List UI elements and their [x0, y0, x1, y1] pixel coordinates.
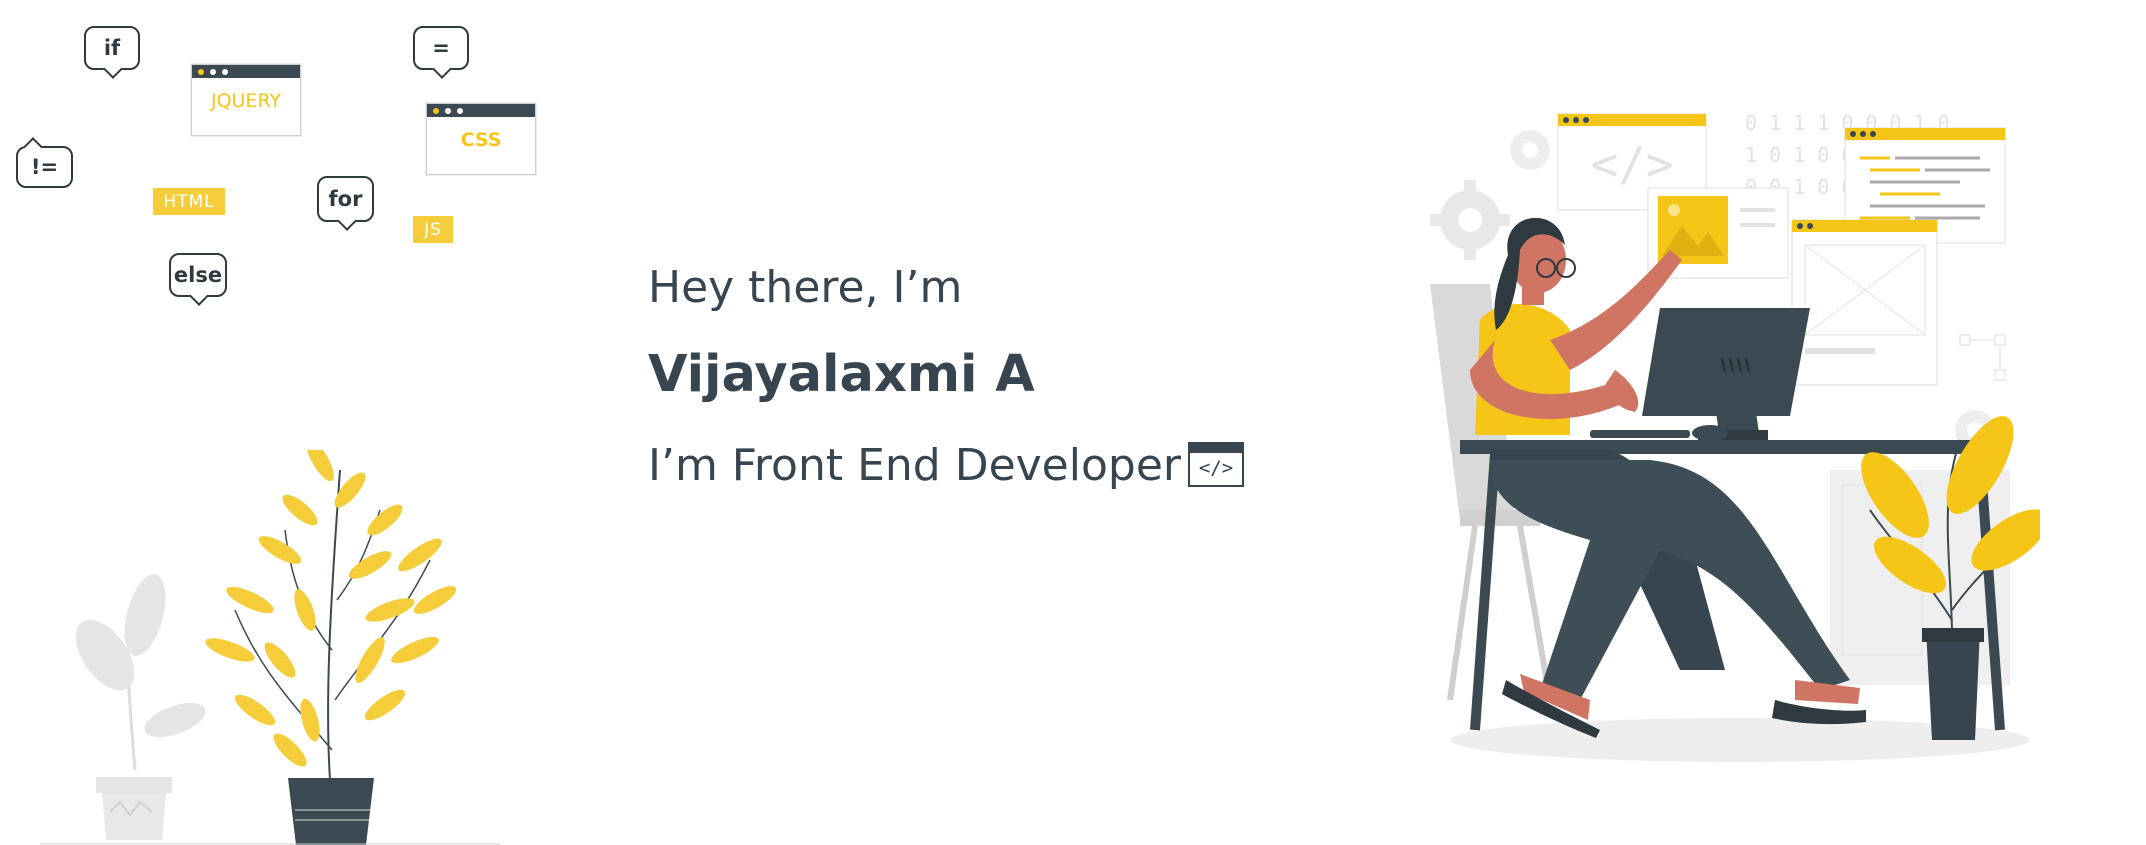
- hero-greeting: Hey there, I’m: [648, 262, 963, 313]
- developer-illustration: </> 0 1 1 1 0 0 0 1 0 1 0 1 0 0 0 1 0 0 …: [1430, 111, 2040, 762]
- jquery-label: JQUERY: [210, 90, 282, 112]
- gear-icon: [1510, 130, 1550, 170]
- bubble-equals: =: [413, 26, 469, 70]
- bubble-equals-label: =: [432, 36, 450, 60]
- gear-icon: [1430, 180, 1510, 260]
- code-icon-glyph: </>: [1198, 457, 1234, 479]
- gray-plant-icon: [75, 574, 206, 840]
- html-tag-label: HTML: [163, 191, 215, 212]
- js-tag-label: JS: [424, 219, 442, 240]
- yellow-plant-icon: [205, 450, 457, 845]
- bubble-not-equals-label: !=: [30, 155, 59, 179]
- bubble-if: if: [84, 26, 140, 70]
- hero-role: I’m Front End Developer: [648, 440, 1181, 491]
- bubble-not-equals: !=: [16, 146, 73, 188]
- bubble-if-label: if: [103, 36, 121, 60]
- left-plants-illustration: [40, 450, 500, 845]
- code-glyph: </>: [1590, 137, 1673, 191]
- code-window-icon: </>: [1188, 442, 1244, 487]
- bubble-for: for: [317, 176, 374, 222]
- hero-name: Vijayalaxmi A: [648, 345, 1035, 404]
- window-titlebar: [192, 65, 300, 78]
- monitor-icon: [1642, 308, 1810, 440]
- css-window: CSS: [426, 103, 536, 175]
- window-titlebar: [427, 104, 535, 117]
- js-tag: JS: [413, 216, 453, 243]
- bubble-else: else: [169, 253, 227, 297]
- html-tag: HTML: [153, 188, 225, 215]
- jquery-window: JQUERY: [191, 64, 301, 136]
- wireframe-window: [1791, 219, 1938, 386]
- bubble-for-label: for: [328, 187, 363, 211]
- css-label: CSS: [460, 129, 502, 151]
- bubble-else-label: else: [173, 263, 223, 287]
